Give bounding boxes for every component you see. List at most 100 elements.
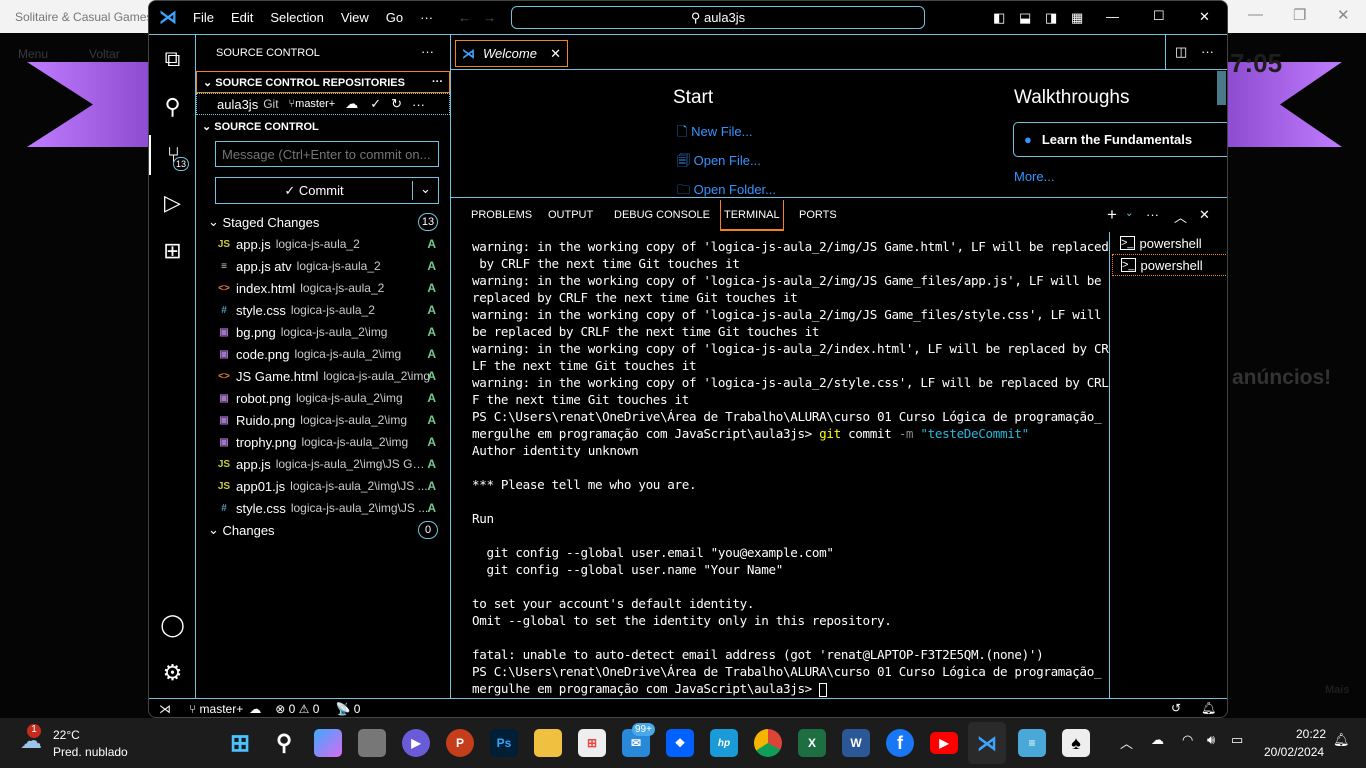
chrome-icon[interactable] bbox=[754, 729, 782, 757]
panel-more-icon[interactable]: ··· bbox=[1146, 207, 1159, 222]
changes-header[interactable]: ⌄ Changes 0 bbox=[196, 519, 450, 541]
menu-view[interactable]: View bbox=[341, 10, 369, 25]
staged-file-row[interactable]: ▣ code.png logica-js-aula_2\img A bbox=[196, 343, 450, 365]
terminal-dropdown-chevron-icon[interactable]: ⌄ bbox=[1125, 208, 1133, 219]
bg-close-icon[interactable]: ✕ bbox=[1337, 6, 1350, 24]
ports-status[interactable]: 📡 0 bbox=[335, 702, 360, 716]
word-icon[interactable]: W bbox=[842, 729, 870, 757]
toggle-panel-icon[interactable]: ⬓ bbox=[1019, 10, 1031, 26]
learn-fundamentals-card[interactable]: ● Learn the Fundamentals bbox=[1013, 122, 1227, 157]
battery-icon[interactable]: ▭ bbox=[1231, 732, 1243, 748]
bg-back-button[interactable]: Voltar bbox=[89, 47, 120, 61]
powerpoint-icon[interactable]: P bbox=[446, 729, 474, 757]
staged-file-row[interactable]: <> JS Game.html logica-js-aula_2\img A bbox=[196, 365, 450, 387]
toggle-sidebar-icon[interactable]: ◧ bbox=[993, 10, 1005, 26]
myhp-icon[interactable]: hp bbox=[710, 729, 738, 757]
repo-more-icon[interactable]: ··· bbox=[412, 97, 425, 112]
search-icon[interactable]: ⚲ bbox=[149, 87, 196, 127]
photoshop-icon[interactable]: Ps bbox=[490, 729, 518, 757]
source-control-icon[interactable]: ⑂ 13 bbox=[149, 135, 196, 175]
repository-row[interactable]: aula3js Git ⑂ master+ ☁ ✓ ↻ ··· bbox=[196, 93, 450, 115]
terminal-item-powershell[interactable]: >_ powershell bbox=[1112, 232, 1227, 254]
staged-file-row[interactable]: ▣ robot.png logica-js-aula_2\img A bbox=[196, 387, 450, 409]
source-control-header[interactable]: ⌄ SOURCE CONTROL bbox=[196, 116, 450, 138]
youtube-icon[interactable]: ▶ bbox=[930, 732, 958, 754]
onedrive-icon[interactable]: ☁ bbox=[1151, 732, 1164, 748]
microsoft-store-icon[interactable]: ⊞ bbox=[578, 729, 606, 757]
staged-file-row[interactable]: ▣ trophy.png logica-js-aula_2\img A bbox=[196, 431, 450, 453]
bg-minimize-icon[interactable]: — bbox=[1248, 6, 1263, 23]
new-terminal-plus-icon[interactable]: + bbox=[1107, 205, 1117, 225]
commit-check-icon[interactable]: ✓ bbox=[370, 96, 381, 112]
commit-button[interactable]: ✓ Commit ⌄ bbox=[215, 177, 439, 204]
staged-changes-header[interactable]: ⌄ Staged Changes 13 bbox=[196, 211, 450, 233]
volume-icon[interactable]: 🔊︎ bbox=[1207, 732, 1215, 748]
toggle-secondary-sidebar-icon[interactable]: ◨ bbox=[1045, 10, 1057, 26]
staged-file-row[interactable]: JS app.js logica-js-aula_2 A bbox=[196, 233, 450, 255]
account-icon[interactable]: ◯ bbox=[149, 605, 196, 645]
menu-more[interactable]: ··· bbox=[420, 10, 433, 25]
open-file-link[interactable]: 🗐 Open File... bbox=[677, 152, 761, 174]
timeline-history-icon[interactable]: ↺ bbox=[1171, 701, 1181, 715]
editor-more-icon[interactable]: ··· bbox=[1201, 44, 1214, 59]
close-panel-icon[interactable]: ✕ bbox=[1199, 207, 1210, 223]
weather-desc[interactable]: Pred. nublado bbox=[53, 745, 128, 759]
sync-cloud-icon[interactable]: ☁ bbox=[249, 702, 261, 716]
menu-go[interactable]: Go bbox=[386, 10, 403, 25]
settings-gear-icon[interactable]: ⚙ bbox=[149, 653, 196, 693]
file-explorer-icon[interactable] bbox=[534, 729, 562, 757]
copilot-icon[interactable] bbox=[314, 729, 342, 757]
repositories-header[interactable]: ⌄ SOURCE CONTROL REPOSITORIES ··· bbox=[196, 71, 450, 93]
commit-dropdown-chevron-icon[interactable]: ⌄ bbox=[412, 181, 438, 200]
weather-temp[interactable]: 22°C bbox=[53, 728, 80, 742]
publish-cloud-icon[interactable]: ☁ bbox=[345, 96, 358, 112]
new-file-link[interactable]: 🗋 New File... bbox=[677, 123, 752, 145]
tab-terminal[interactable]: TERMINAL bbox=[720, 200, 784, 231]
problems-status[interactable]: ⊗ 0 ⚠ 0 bbox=[275, 702, 319, 716]
tab-ports[interactable]: PORTS bbox=[799, 209, 837, 221]
wifi-icon[interactable]: ◠ bbox=[1182, 732, 1193, 748]
terminal-item-powershell-active[interactable]: >_ powershell bbox=[1112, 254, 1227, 276]
staged-file-row[interactable]: ≡ app.js atv logica-js-aula_2 A bbox=[196, 255, 450, 277]
bg-menu-button[interactable]: Menu bbox=[18, 47, 48, 61]
show-hidden-icons-chevron-icon[interactable]: ︿ bbox=[1120, 733, 1133, 752]
more-walkthroughs-link[interactable]: More... bbox=[1014, 169, 1054, 184]
maximize-icon[interactable]: ☐ bbox=[1153, 8, 1165, 24]
command-center-search[interactable]: ⚲ aula3js bbox=[511, 6, 925, 29]
vscode-taskbar-icon[interactable]: ⋊ bbox=[968, 722, 1006, 764]
tab-debug-console[interactable]: DEBUG CONSOLE bbox=[614, 209, 710, 221]
tab-welcome[interactable]: ⋊ Welcome ✕ bbox=[455, 40, 568, 67]
taskbar-search-icon[interactable]: ⚲ bbox=[270, 729, 298, 757]
branch-status[interactable]: ⑂ master+ bbox=[189, 702, 243, 716]
start-windows-icon[interactable]: ⊞ bbox=[226, 729, 254, 757]
back-arrow-icon[interactable]: ← bbox=[458, 10, 471, 25]
maximize-panel-chevron-up-icon[interactable]: ︿ bbox=[1174, 207, 1187, 226]
scrollbar-thumb[interactable] bbox=[1217, 71, 1226, 105]
explorer-icon[interactable]: ⧉ bbox=[149, 39, 196, 79]
repo-branch[interactable]: master+ bbox=[295, 98, 335, 110]
clock-date[interactable]: 20/02/2024 bbox=[1264, 745, 1324, 759]
customize-layout-icon[interactable]: ▦ bbox=[1071, 10, 1083, 26]
menu-edit[interactable]: Edit bbox=[231, 10, 253, 25]
staged-file-row[interactable]: JS app.js logica-js-aula_2\img\JS Ga... A bbox=[196, 453, 450, 475]
teams-icon[interactable]: ▶ bbox=[402, 729, 430, 757]
notepad-icon[interactable]: ≡ bbox=[1018, 729, 1046, 757]
menu-file[interactable]: File bbox=[193, 10, 214, 25]
staged-file-row[interactable]: # style.css logica-js-aula_2\img\JS ... A bbox=[196, 497, 450, 519]
solitaire-icon[interactable]: ♠ bbox=[1062, 729, 1090, 757]
remote-icon[interactable]: ⋊ bbox=[159, 702, 171, 716]
refresh-icon[interactable]: ↻ bbox=[391, 96, 402, 112]
staged-file-row[interactable]: ▣ bg.png logica-js-aula_2\img A bbox=[196, 321, 450, 343]
excel-icon[interactable]: X bbox=[798, 729, 826, 757]
sidebar-more-icon[interactable]: ··· bbox=[421, 44, 434, 59]
staged-file-row[interactable]: ▣ Ruido.png logica-js-aula_2\img A bbox=[196, 409, 450, 431]
run-debug-icon[interactable]: ▷ bbox=[149, 183, 196, 223]
split-editor-icon[interactable]: ◫ bbox=[1175, 44, 1187, 60]
extensions-icon[interactable]: ⊞ bbox=[149, 231, 196, 271]
clock-time[interactable]: 20:22 bbox=[1296, 727, 1326, 741]
commit-message-input[interactable] bbox=[215, 141, 439, 167]
tab-close-icon[interactable]: ✕ bbox=[550, 46, 561, 62]
dropbox-icon[interactable]: ❖ bbox=[666, 729, 694, 757]
facebook-icon[interactable]: f bbox=[886, 729, 914, 757]
staged-file-row[interactable]: # style.css logica-js-aula_2 A bbox=[196, 299, 450, 321]
